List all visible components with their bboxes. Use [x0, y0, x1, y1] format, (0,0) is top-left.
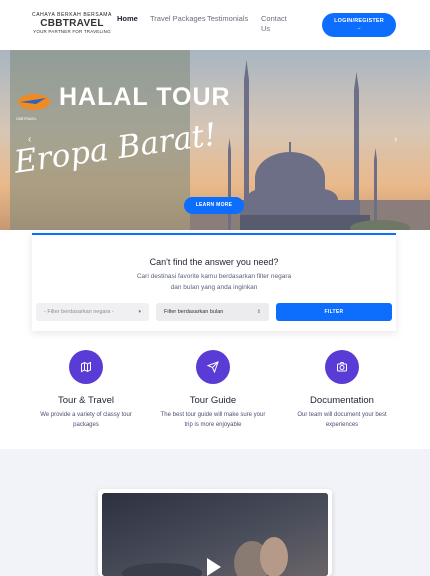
search-subtitle: Cari destinasi favorite kamu berdasarkan… [136, 273, 292, 291]
month-filter-select[interactable]: Filter berdasarkan bulan ⇕ [156, 303, 269, 321]
carousel-prev-button[interactable]: ‹ [28, 134, 31, 145]
nav-home[interactable]: Home [117, 14, 150, 34]
navbar: CAHAYA BERKAH BERSAMA CBBTRAVEL YOUR PAR… [0, 0, 430, 50]
nav-travel-packages[interactable]: Travel Packages [150, 14, 207, 34]
hero-carousel: CBBTRAVEL HALAL TOUR Eropa Barat! ‹ › LE… [0, 50, 430, 230]
filter-button[interactable]: FILTER [276, 303, 392, 321]
login-register-label: LOGIN/REGISTER [334, 18, 384, 24]
video-card [98, 489, 332, 576]
country-filter-placeholder: - Filter berdasarkan negara - [44, 309, 114, 315]
brand-logo[interactable]: CAHAYA BERKAH BERSAMA CBBTRAVEL YOUR PAR… [30, 12, 114, 38]
logo-brand-text: CBBTRAVEL [40, 18, 104, 29]
chevron-down-icon: ▾ [138, 309, 141, 315]
main-nav: Home Travel Packages Testimonials Contac… [117, 14, 291, 34]
month-filter-placeholder: Filter berdasarkan bulan [164, 309, 224, 315]
learn-more-button[interactable]: LEARN MORE [184, 197, 244, 214]
feature-description: We provide a variety of classy tour pack… [40, 412, 132, 428]
hero-mini-logo-text: CBBTRAVEL [16, 117, 37, 121]
filter-row: - Filter berdasarkan negara - ▾ Filter b… [36, 303, 392, 321]
feature-title: Documentation [310, 395, 374, 406]
arrow-right-icon: → [356, 25, 362, 31]
search-filter-card: Can't find the answer you need? Cari des… [32, 233, 396, 331]
country-filter-select[interactable]: - Filter berdasarkan negara - ▾ [36, 303, 149, 321]
feature-description: The best tour guide will make sure your … [160, 412, 266, 428]
nav-contact-us[interactable]: Contact Us [261, 14, 291, 34]
feature-description: Our team will document your best experie… [297, 412, 387, 428]
map-icon [69, 350, 103, 384]
hero-title: HALAL TOUR [59, 83, 231, 111]
feature-title: Tour & Travel [58, 395, 114, 406]
feature-tour-travel: Tour & Travel We provide a variety of cl… [31, 350, 141, 430]
send-icon [196, 350, 230, 384]
chevron-updown-icon: ⇕ [256, 309, 261, 315]
login-register-button[interactable]: LOGIN/REGISTER → [322, 13, 396, 37]
logo-tagline-bottom: YOUR PARTNER FOR TRAVELING [33, 29, 111, 34]
feature-title: Tour Guide [189, 395, 237, 406]
feature-tour-guide: Tour Guide The best tour guide will make… [158, 350, 268, 430]
camera-icon [325, 350, 359, 384]
video-player[interactable] [102, 493, 328, 576]
carousel-next-button[interactable]: › [394, 134, 397, 145]
play-icon[interactable] [207, 558, 221, 576]
nav-testimonials[interactable]: Testimonials [207, 14, 261, 34]
search-title: Can't find the answer you need? [149, 257, 279, 267]
plane-logo-icon [18, 94, 50, 110]
feature-documentation: Documentation Our team will document you… [287, 350, 397, 430]
